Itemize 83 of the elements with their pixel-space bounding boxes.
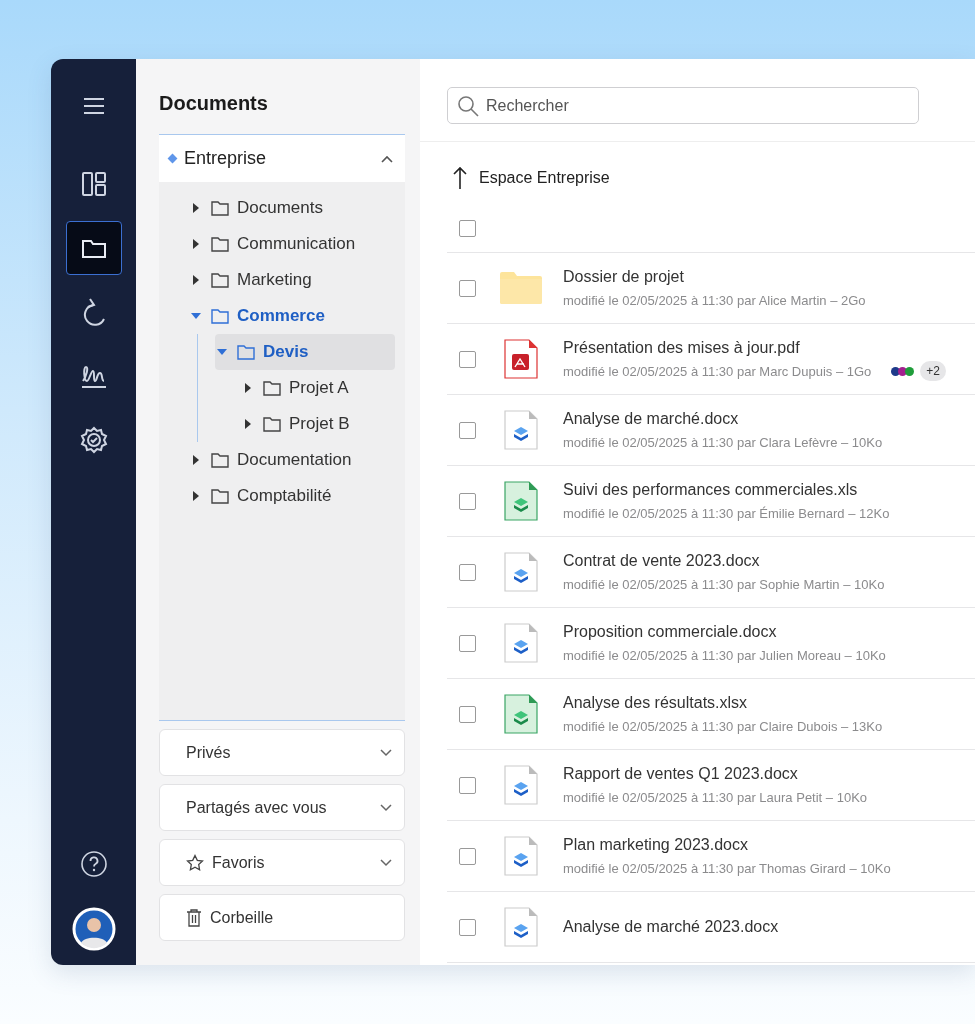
folder-tree-item[interactable]: Projet B: [241, 406, 395, 442]
checkbox[interactable]: [459, 634, 476, 652]
document-file-icon: [504, 623, 538, 663]
file-details: modifié le 02/05/2025 à 11:30 par Laura Petit – 10Ko: [563, 790, 868, 805]
file-name[interactable]: Contrat de vente 2023.docx: [563, 552, 885, 570]
chevron-down-icon: [380, 858, 392, 867]
file-details: modifié le 02/05/2025 à 11:30 par Marc Dupuis – 1Go: [563, 364, 872, 379]
file-name[interactable]: Dossier de projet: [563, 268, 866, 286]
file-details: modifié le 02/05/2025 à 11:30 par Sophie Martin – 10Ko: [563, 577, 885, 592]
folder-icon: [263, 416, 281, 432]
file-name[interactable]: Analyse des résultats.xlsx: [563, 694, 883, 712]
folder-tree-item[interactable]: Projet A: [241, 370, 395, 406]
trash-icon: [186, 908, 202, 927]
folder-tree-item[interactable]: Communication: [189, 226, 395, 262]
file-details: modifié le 02/05/2025 à 11:30 par Alice Martin – 2Go: [563, 293, 866, 308]
folder-icon: [211, 272, 229, 288]
chevron-down-icon: [380, 748, 392, 757]
folder-tree-item[interactable]: Marketing: [189, 262, 395, 298]
checkbox[interactable]: [459, 492, 476, 510]
help-icon: [80, 851, 107, 877]
checkbox[interactable]: [459, 705, 476, 723]
more-collaborators-badge: +2: [920, 361, 947, 381]
folder-icon: [211, 308, 229, 324]
avatar[interactable]: [71, 907, 116, 951]
section-item[interactable]: Privés: [159, 729, 405, 776]
section-item[interactable]: Corbeille: [159, 894, 405, 941]
folder-icon: [237, 344, 255, 360]
folder-icon: [211, 200, 229, 216]
file-details: modifié le 02/05/2025 à 11:30 par Clara Lefèvre – 10Ko: [563, 435, 883, 450]
checkbox[interactable]: [459, 776, 476, 794]
chevron-down-icon: [380, 803, 392, 812]
spreadsheet-file-icon: [504, 481, 538, 521]
file-name[interactable]: Rapport de ventes Q1 2023.docx: [563, 765, 868, 783]
file-details: modifié le 02/05/2025 à 11:30 par Julien Moreau – 10Ko: [563, 648, 886, 663]
folder-icon: [211, 488, 229, 504]
up-arrow-icon: [453, 166, 467, 190]
section-item[interactable]: Partagés avec vous: [159, 784, 405, 831]
folder-icon: [211, 452, 229, 468]
file-details: modifié le 02/05/2025 à 11:30 par Thomas Girard – 10Ko: [563, 861, 891, 876]
folder-button[interactable]: [65, 221, 122, 275]
folder-icon: [81, 238, 106, 258]
file-details: modifié le 02/05/2025 à 11:30 par Claire Dubois – 13Ko: [563, 719, 883, 734]
pdf-file-icon: [504, 339, 538, 379]
spreadsheet-file-icon: [504, 694, 538, 734]
file-name[interactable]: Suivi des performances commerciales.xls: [563, 481, 890, 499]
panel-title: Documents: [159, 91, 269, 116]
signature-icon: [79, 363, 108, 389]
document-file-icon: [504, 552, 538, 592]
chevron-up-icon: [381, 154, 393, 163]
sync-icon: [82, 297, 105, 327]
checkbox[interactable]: [459, 918, 476, 936]
folder-tree-item[interactable]: Devis: [215, 334, 395, 370]
file-name[interactable]: Analyse de marché 2023.docx: [563, 918, 779, 936]
file-name[interactable]: Proposition commerciale.docx: [563, 623, 886, 641]
checkbox[interactable]: [459, 350, 476, 368]
checkbox[interactable]: [459, 279, 476, 297]
file-details: modifié le 02/05/2025 à 11:30 par Émilie Bernard – 12Ko: [563, 506, 890, 521]
folder-tree-item[interactable]: Documentation: [189, 442, 395, 478]
checkbox[interactable]: [459, 847, 476, 865]
file-name[interactable]: Plan marketing 2023.docx: [563, 836, 891, 854]
section-item[interactable]: Favoris: [159, 839, 405, 886]
menu-icon: [82, 97, 105, 115]
file-name[interactable]: Présentation des mises à jour.pdf: [563, 339, 872, 357]
parent-folder-link[interactable]: Espace Entreprise: [453, 166, 610, 190]
file-name[interactable]: Analyse de marché.docx: [563, 410, 883, 428]
checkbox[interactable]: [459, 563, 476, 581]
folder-tree-item[interactable]: Documents: [189, 190, 395, 226]
folder-tree-item[interactable]: Comptabilité: [189, 478, 395, 514]
folder-icon: [211, 236, 229, 252]
folder-icon: [263, 380, 281, 396]
select-all-checkbox[interactable]: [459, 219, 476, 237]
settings-icon: [79, 426, 108, 454]
space-header[interactable]: Entreprise: [159, 135, 405, 182]
dashboard-icon: [80, 171, 107, 197]
star-icon: [186, 853, 204, 872]
search-field[interactable]: Rechercher: [447, 87, 919, 124]
document-file-icon: [504, 765, 538, 805]
checkbox[interactable]: [459, 421, 476, 439]
document-file-icon: [504, 907, 538, 947]
document-file-icon: [504, 410, 538, 450]
folder-tree-item[interactable]: Commerce: [189, 298, 395, 334]
document-file-icon: [504, 836, 538, 876]
folder-icon: [499, 271, 543, 305]
